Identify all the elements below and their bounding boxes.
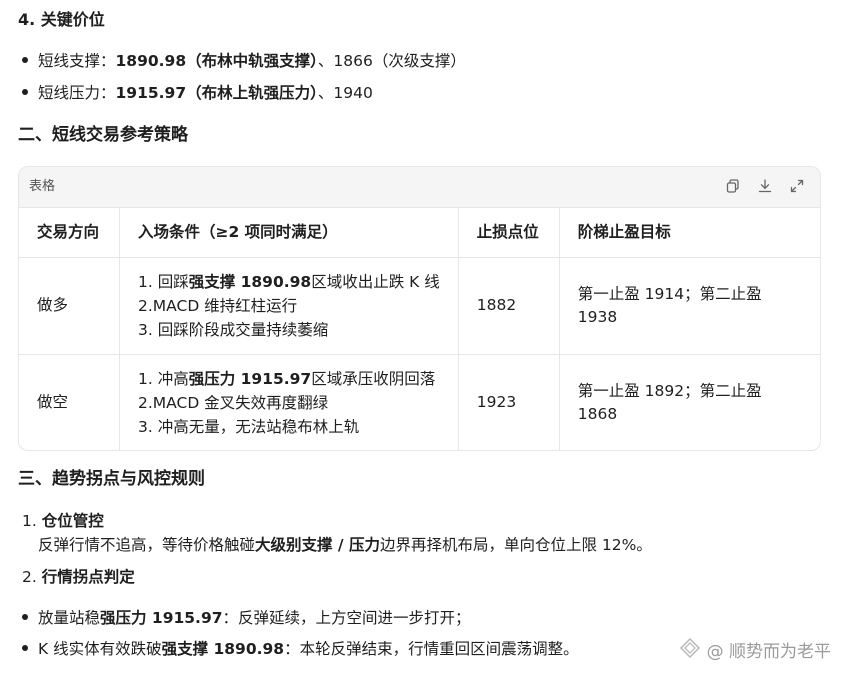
bullet-dot xyxy=(22,56,28,63)
download-icon[interactable] xyxy=(756,177,774,195)
row-conditions: 1. 回踩强支撑 1890.98区域收出止跌 K 线 2.MACD 维持红柱运行… xyxy=(119,257,459,355)
bullet-dot xyxy=(22,613,28,620)
row-stop: 1882 xyxy=(458,257,560,355)
watermark: @ 顺势而为老平 xyxy=(679,637,831,668)
row-direction: 做空 xyxy=(19,354,120,450)
row-target: 第一止盈 1914；第二止盈 1938 xyxy=(559,257,820,355)
rule-item-2: 2. 行情拐点判定 xyxy=(22,568,135,586)
rule-item-1: 1. 仓位管控 xyxy=(22,512,104,530)
table-row: 做空 1. 冲高强压力 1915.97区域承压收阴回落 2.MACD 金叉失效再… xyxy=(19,354,820,450)
header-direction: 交易方向 xyxy=(19,208,120,258)
header-target: 阶梯止盈目标 xyxy=(559,208,820,258)
table-row: 做多 1. 回踩强支撑 1890.98区域收出止跌 K 线 2.MACD 维持红… xyxy=(19,257,820,355)
section-4-title: 4. 关键价位 xyxy=(18,10,105,29)
section-2-title: 二、短线交易参考策略 xyxy=(18,125,188,145)
expand-icon[interactable] xyxy=(788,177,806,195)
row-conditions: 1. 冲高强压力 1915.97区域承压收阴回落 2.MACD 金叉失效再度翻绿… xyxy=(119,354,459,450)
table-card-header: 表格 xyxy=(19,167,820,208)
bullet-dot xyxy=(22,88,28,95)
table-card-toolbar xyxy=(724,177,806,195)
rule-item-1-desc: 反弹行情不追高，等待价格触碰大级别支撑 / 压力边界再择机布局，单向仓位上限 1… xyxy=(38,536,652,554)
turning-point-bullet-2: K 线实体有效跌破强支撑 1890.98：本轮反弹结束，行情重回区间震荡调整。 xyxy=(22,638,579,661)
condition-line: 3. 冲高无量，无法站稳布林上轨 xyxy=(138,418,360,436)
header-conditions: 入场条件（≥2 项同时满足） xyxy=(119,208,459,258)
copy-icon[interactable] xyxy=(724,177,742,195)
resistance-bullet: 短线压力：1915.97（布林上轨强压力）、1940 xyxy=(22,82,373,105)
condition-line: 2.MACD 维持红柱运行 xyxy=(138,297,298,315)
section-3-title: 三、趋势拐点与风控规则 xyxy=(18,469,205,489)
condition-line: 1. 冲高强压力 1915.97区域承压收阴回落 xyxy=(138,370,436,388)
bullet-dot xyxy=(22,644,28,651)
condition-line: 2.MACD 金叉失效再度翻绿 xyxy=(138,394,329,412)
condition-line: 1. 回踩强支撑 1890.98区域收出止跌 K 线 xyxy=(138,273,440,291)
turning-point-bullet-1: 放量站稳强压力 1915.97：反弹延续，上方空间进一步打开； xyxy=(22,607,471,630)
strategy-table-card: 表格 交易方向 入场条件（≥2 项同时满足） 止损点位 阶梯止盈目标 做多 1.… xyxy=(18,166,821,451)
row-direction: 做多 xyxy=(19,257,120,355)
row-target: 第一止盈 1892；第二止盈 1868 xyxy=(577,381,762,423)
watermark-text: @ 顺势而为老平 xyxy=(706,641,831,662)
table-card-title: 表格 xyxy=(29,179,56,194)
header-stop: 止损点位 xyxy=(458,208,560,258)
condition-line: 3. 回踩阶段成交量持续萎缩 xyxy=(138,321,329,339)
strategy-table: 交易方向 入场条件（≥2 项同时满足） 止损点位 阶梯止盈目标 做多 1. 回踩… xyxy=(19,208,820,450)
table-header-row: 交易方向 入场条件（≥2 项同时满足） 止损点位 阶梯止盈目标 xyxy=(19,208,820,258)
support-bullet: 短线支撑：1890.98（布林中轨强支撑）、1866（次级支撑） xyxy=(22,50,466,73)
watermark-logo-icon xyxy=(679,637,701,668)
row-stop: 1923 xyxy=(458,354,560,450)
